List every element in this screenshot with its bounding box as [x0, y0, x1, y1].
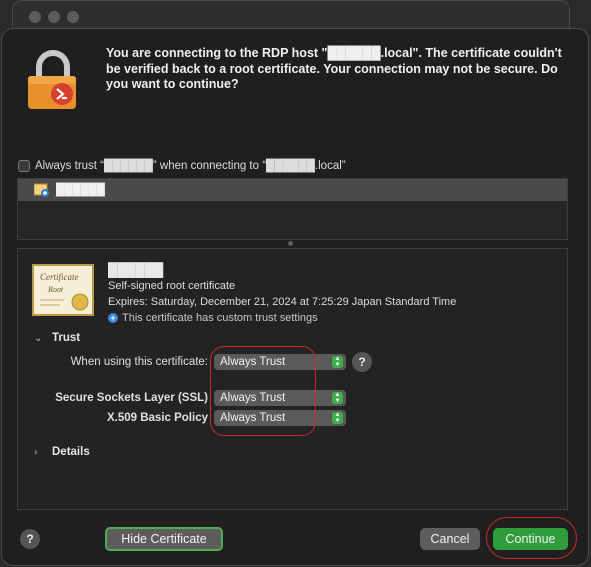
trust-help-button[interactable]: ? — [352, 352, 372, 372]
always-trust-checkbox[interactable] — [18, 160, 30, 172]
certificate-common-name: ██████ — [108, 262, 164, 277]
trust-section-toggle[interactable]: ⌄ Trust — [34, 332, 80, 344]
close-window-dot[interactable] — [29, 11, 41, 23]
always-trust-row[interactable]: Always trust “██████” when connecting to… — [18, 158, 346, 174]
hide-certificate-button[interactable]: Hide Certificate — [105, 527, 223, 551]
help-button[interactable]: ? — [20, 529, 40, 549]
always-trust-label: Always trust “██████” when connecting to… — [35, 160, 346, 172]
chain-item-label: ██████ — [56, 184, 105, 196]
certificate-image: Certificate Root — [32, 264, 94, 316]
custom-trust-text: This certificate has custom trust settin… — [122, 312, 318, 324]
custom-trust-note: + This certificate has custom trust sett… — [108, 312, 318, 324]
lock-icon — [28, 50, 76, 109]
ssl-label: Secure Sockets Layer (SSL) — [55, 392, 208, 404]
plus-icon: + — [108, 313, 118, 323]
warning-message: You are connecting to the RDP host "████… — [106, 46, 562, 91]
split-handle[interactable] — [288, 241, 293, 246]
certificate-chain-list[interactable]: ██████ — [17, 178, 568, 240]
certificate-chain-icon — [34, 183, 49, 197]
cancel-button[interactable]: Cancel — [420, 528, 480, 550]
minimize-window-dot[interactable] — [48, 11, 60, 23]
when-using-label: When using this certificate: — [70, 356, 208, 368]
x509-label: X.509 Basic Policy — [106, 412, 208, 424]
certificate-graphic: Certificate Root — [40, 272, 89, 311]
zoom-window-dot[interactable] — [67, 11, 79, 23]
chevron-down-icon: ⌄ — [34, 332, 43, 344]
continue-annotation-circle — [486, 517, 577, 559]
svg-text:Root: Root — [47, 285, 64, 294]
popup-stepper-icon: ▲ ▼ — [332, 356, 343, 368]
popup-stepper-icon: ▲ ▼ — [332, 392, 343, 404]
chevron-right-icon: › — [34, 446, 38, 458]
chain-item-selected[interactable]: ██████ — [18, 179, 567, 201]
details-section-toggle[interactable]: › Details — [34, 446, 90, 458]
popup-stepper-icon: ▲ ▼ — [332, 412, 343, 424]
certificate-expiry: Expires: Saturday, December 21, 2024 at … — [108, 296, 457, 308]
trust-section-label: Trust — [52, 332, 81, 344]
details-section-label: Details — [52, 446, 90, 458]
svg-text:Certificate: Certificate — [40, 272, 79, 282]
certificate-type: Self-signed root certificate — [108, 280, 236, 292]
trust-annotation-circle — [210, 346, 316, 436]
